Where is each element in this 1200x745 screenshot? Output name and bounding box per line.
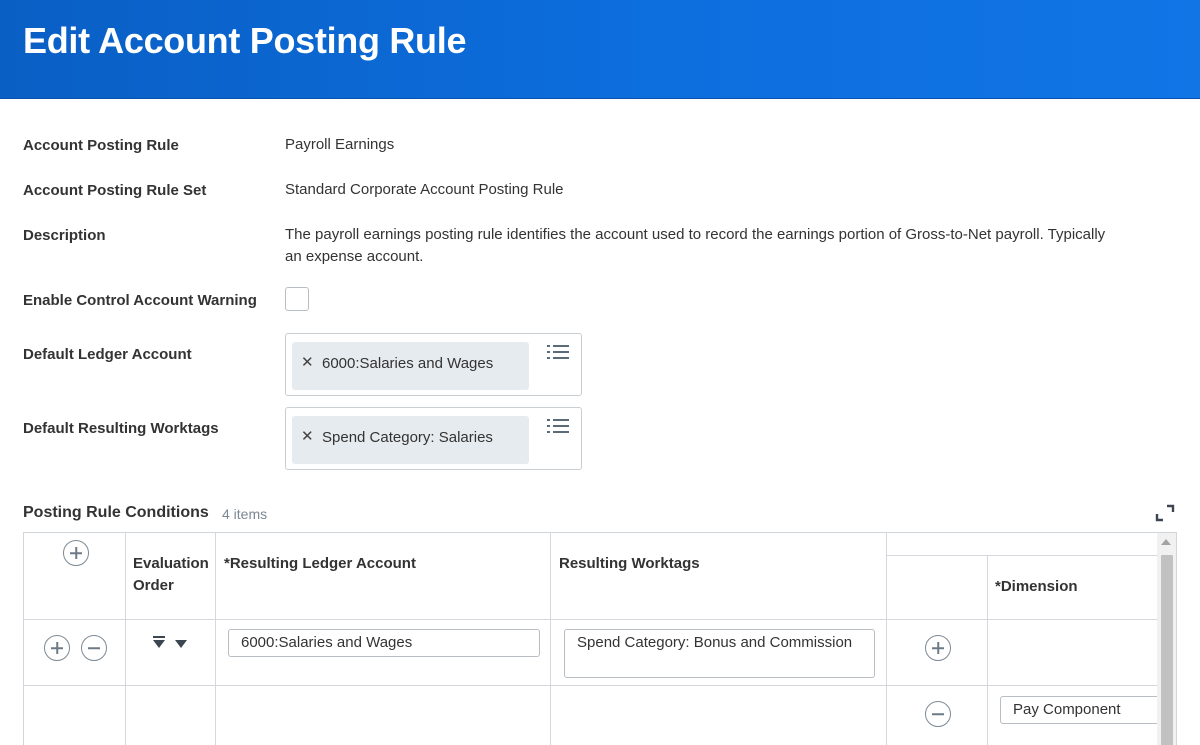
scrollbar-thumb[interactable] bbox=[1161, 555, 1173, 745]
rule-set-label: Account Posting Rule Set bbox=[23, 182, 207, 199]
worktags-label: Default Resulting Worktags bbox=[23, 420, 219, 437]
remove-row-button[interactable] bbox=[81, 635, 107, 661]
close-icon[interactable]: ✕ bbox=[301, 353, 314, 371]
control-warning-label: Enable Control Account Warning bbox=[23, 292, 257, 309]
description-label: Description bbox=[23, 227, 106, 244]
add-dimension-button[interactable] bbox=[925, 635, 951, 661]
control-warning-checkbox[interactable] bbox=[285, 287, 309, 311]
description-line-2: an expense account. bbox=[285, 248, 424, 265]
rule-set-value: Standard Corporate Account Posting Rule bbox=[285, 181, 564, 198]
sort-icon[interactable] bbox=[152, 636, 190, 650]
rule-label: Account Posting Rule bbox=[23, 137, 179, 154]
worktags-pill[interactable]: ✕ Spend Category: Salaries bbox=[292, 416, 529, 464]
conditions-grid: Evaluation Order *Resulting Ledger Accou… bbox=[23, 532, 1177, 745]
resulting-worktags-input[interactable]: Spend Category: Bonus and Commission bbox=[564, 629, 875, 678]
conditions-title: Posting Rule Conditions bbox=[23, 504, 209, 521]
ledger-label: Default Ledger Account bbox=[23, 346, 192, 363]
list-icon[interactable] bbox=[547, 418, 569, 434]
close-icon[interactable]: ✕ bbox=[301, 427, 314, 445]
page-title: Edit Account Posting Rule bbox=[23, 20, 467, 61]
add-row-button[interactable] bbox=[44, 635, 70, 661]
col-resulting-ledger-account: *Resulting Ledger Account bbox=[224, 555, 416, 572]
col-resulting-worktags: Resulting Worktags bbox=[559, 555, 700, 572]
list-icon[interactable] bbox=[547, 344, 569, 360]
worktags-pill-label: Spend Category: Salaries bbox=[322, 429, 493, 446]
ledger-account-prompt[interactable]: ✕ 6000:Salaries and Wages bbox=[285, 333, 582, 396]
conditions-count: 4 items bbox=[222, 506, 268, 522]
worktags-prompt[interactable]: ✕ Spend Category: Salaries bbox=[285, 407, 582, 470]
ledger-account-pill-label: 6000:Salaries and Wages bbox=[322, 355, 494, 372]
expand-icon[interactable] bbox=[1155, 504, 1175, 522]
description-value: The payroll earnings posting rule identi… bbox=[285, 224, 1185, 268]
remove-dimension-button[interactable] bbox=[925, 701, 951, 727]
page-header: Edit Account Posting Rule bbox=[0, 0, 1200, 99]
col-evaluation-order: Evaluation Order bbox=[133, 555, 209, 594]
resulting-ledger-account-input[interactable]: 6000:Salaries and Wages bbox=[228, 629, 540, 657]
rule-value: Payroll Earnings bbox=[285, 136, 395, 153]
ledger-account-pill[interactable]: ✕ 6000:Salaries and Wages bbox=[292, 342, 529, 390]
scroll-up-arrow[interactable] bbox=[1161, 539, 1171, 545]
col-dimension: *Dimension bbox=[995, 578, 1078, 595]
add-row-button[interactable] bbox=[63, 540, 89, 566]
dimension-input[interactable]: Pay Component bbox=[1000, 696, 1160, 724]
description-line-1: The payroll earnings posting rule identi… bbox=[285, 226, 1106, 243]
